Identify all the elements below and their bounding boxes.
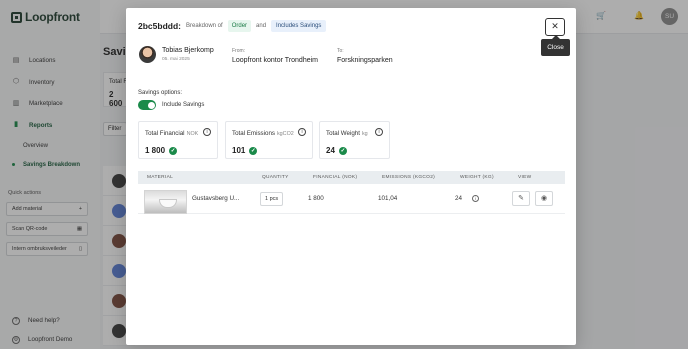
- table-row[interactable]: Gustavsberg U... 1 pcs 1 800 101,04 24 i…: [138, 184, 565, 214]
- to-location: To: Forskningsparken: [337, 48, 393, 64]
- info-icon[interactable]: i: [298, 128, 306, 136]
- and-text: and: [256, 23, 267, 29]
- stat-title: Total Financial: [145, 130, 185, 137]
- materials-table: MATERIAL QUANTITY FINANCIAL (NOK) EMISSI…: [138, 171, 565, 214]
- stat-unit: NOK: [186, 131, 199, 137]
- stat-unit: kg: [361, 131, 368, 137]
- close-tooltip: Close: [541, 35, 570, 56]
- edit-button[interactable]: ✎: [512, 191, 530, 206]
- person-info: Tobias Bjerkomp 05. mai 2025: [139, 46, 214, 63]
- stat-value: 24: [326, 146, 335, 155]
- stat-unit: kgCO2: [276, 131, 294, 137]
- breakdown-of-text: Breakdown of: [185, 23, 223, 29]
- info-icon[interactable]: i: [203, 128, 211, 136]
- to-label: To:: [337, 48, 344, 54]
- stat-value: 1 800: [145, 146, 166, 155]
- pencil-icon: ✎: [518, 195, 524, 202]
- from-label: From:: [232, 48, 246, 54]
- savings-options-label: Savings options:: [138, 90, 183, 96]
- stat-value: 101: [232, 146, 246, 155]
- order-id: 2bc5bddd:: [138, 21, 181, 31]
- close-button[interactable]: ✕: [545, 18, 565, 36]
- quantity-value: 1 pcs: [260, 191, 284, 206]
- include-savings-toggle[interactable]: [138, 100, 156, 110]
- emissions-value: 101,04: [378, 195, 398, 202]
- column-header[interactable]: FINANCIAL (NOK): [313, 175, 357, 180]
- column-header[interactable]: WEIGHT (KG): [460, 175, 494, 180]
- info-icon[interactable]: i: [375, 128, 383, 136]
- include-savings-label: Include Savings: [162, 102, 205, 108]
- check-icon: ✓: [338, 146, 347, 155]
- person-name: Tobias Bjerkomp: [162, 47, 214, 54]
- material-thumbnail: [144, 189, 187, 214]
- savings-badge: Includes Savings: [271, 20, 327, 32]
- modal-header: 2bc5bddd: Breakdown of Order and Include…: [138, 20, 327, 32]
- view-button[interactable]: ◉: [535, 191, 553, 206]
- table-header: MATERIAL QUANTITY FINANCIAL (NOK) EMISSI…: [138, 171, 565, 184]
- type-badge: Order: [227, 20, 252, 32]
- from-value: Loopfront kontor Trondheim: [232, 57, 318, 64]
- stat-card-weight: Total Weight kg i 24 ✓: [319, 121, 390, 159]
- eye-icon: ◉: [540, 195, 548, 202]
- close-icon: ✕: [551, 21, 559, 31]
- stat-title: Total Weight: [326, 130, 360, 137]
- check-icon: ✓: [169, 146, 178, 155]
- column-header: VIEW: [518, 175, 532, 180]
- stat-card-emissions: Total Emissions kgCO2 i 101 ✓: [225, 121, 313, 159]
- weight-value: 24: [455, 195, 463, 202]
- to-value: Forskningsparken: [337, 57, 393, 64]
- info-icon[interactable]: i: [472, 195, 479, 202]
- material-name: Gustavsberg U...: [192, 195, 240, 202]
- from-location: From: Loopfront kontor Trondheim: [232, 48, 318, 64]
- check-icon: ✓: [249, 146, 258, 155]
- stat-card-financial: Total Financial NOK i 1 800 ✓: [138, 121, 218, 159]
- column-header[interactable]: QUANTITY: [262, 175, 289, 180]
- stat-title: Total Emissions: [232, 130, 275, 137]
- avatar: [139, 46, 156, 63]
- column-header[interactable]: EMISSIONS (KGCO2): [382, 175, 435, 180]
- financial-value: 1 800: [308, 195, 324, 202]
- column-header[interactable]: MATERIAL: [147, 175, 173, 180]
- person-date: 05. mai 2025: [162, 57, 190, 62]
- breakdown-modal: 2bc5bddd: Breakdown of Order and Include…: [126, 8, 576, 345]
